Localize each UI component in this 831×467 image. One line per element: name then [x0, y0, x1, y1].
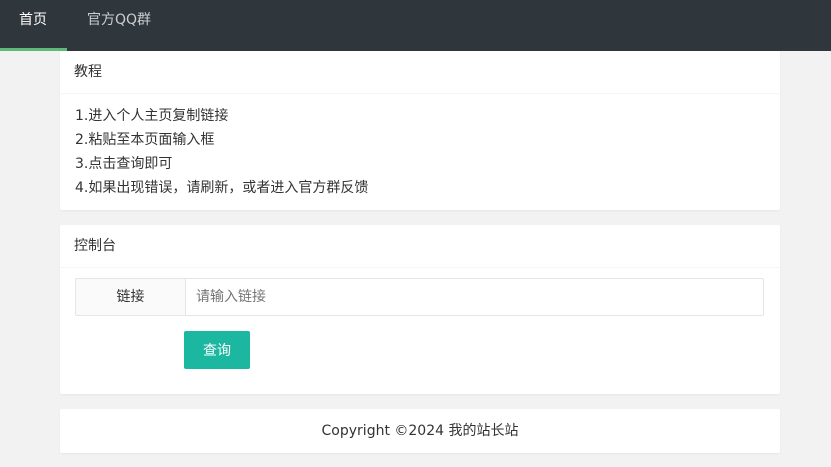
tutorial-step: 1.进入个人主页复制链接 [75, 108, 229, 124]
tutorial-card-title: 教程 [60, 51, 780, 94]
tutorial-step: 4.如果出现错误，请刷新，或者进入官方群反馈 [75, 180, 369, 196]
footer: Copyright ©2024 我的站长站 [60, 409, 780, 453]
console-card-title: 控制台 [60, 225, 780, 268]
console-card: 控制台 链接 查询 [60, 225, 780, 394]
tutorial-step: 3.点击查询即可 [75, 156, 173, 172]
tutorial-card-body: 1.进入个人主页复制链接 2.粘贴至本页面输入框 3.点击查询即可 4.如果出现… [60, 94, 780, 200]
nav-item-qq-group[interactable]: 官方QQ群 [67, 0, 171, 51]
link-form-row: 链接 [75, 278, 764, 316]
tutorial-card: 教程 1.进入个人主页复制链接 2.粘贴至本页面输入框 3.点击查询即可 4.如… [60, 51, 780, 210]
copyright-text: Copyright ©2024 我的站长站 [321, 423, 519, 439]
top-navbar: 首页 官方QQ群 [0, 0, 831, 51]
query-button[interactable]: 查询 [184, 331, 250, 369]
link-input[interactable] [185, 278, 764, 316]
nav-item-home[interactable]: 首页 [0, 0, 67, 51]
link-label: 链接 [75, 278, 185, 316]
tutorial-step: 2.粘贴至本页面输入框 [75, 132, 215, 148]
